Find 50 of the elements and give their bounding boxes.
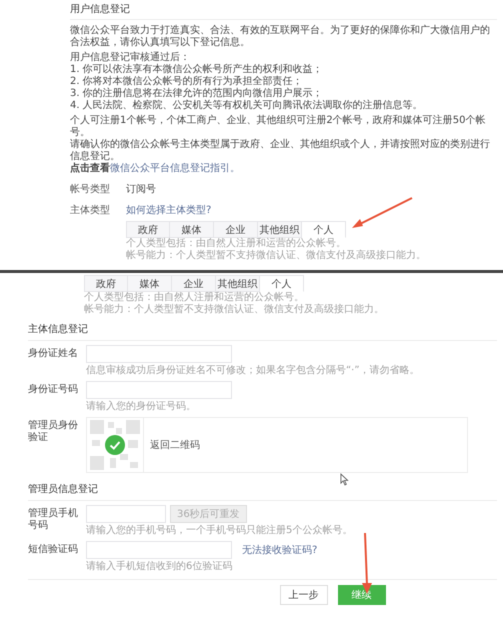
guide-link[interactable]: 微信公众平台信息登记指引。 <box>110 163 240 174</box>
note-text: 请确认你的微信公众帐号主体类型属于政府、企业、其他组织或个人，并请按照对应的类别进行信息登记。 <box>70 139 491 162</box>
section-title: 用户信息登记 <box>70 4 130 15</box>
cursor-icon <box>340 473 349 486</box>
hint-text: 帐号能力：个人类型暂不支持微信认证、微信支付及高级接口能力。 <box>126 250 427 262</box>
approval-item: 1. 你可以依法享有本微信公众帐号所产生的权利和收益； <box>70 64 324 76</box>
hint-text: 个人类型包括：由自然人注册和运营的公众帐号。 <box>84 292 305 304</box>
hint-text: 信息审核成功后身份证姓名不可修改；如果名字包含分隔号“·”，请勿省略。 <box>86 365 421 377</box>
field-label: 身份证号码 <box>28 383 79 397</box>
hint-text: 个人类型包括：由自然人注册和运营的公众帐号。 <box>126 238 347 250</box>
back-button[interactable]: 上一步 <box>280 585 328 605</box>
approval-item: 4. 人民法院、检察院、公安机关等有权机关可向腾讯依法调取你的注册信息等。 <box>70 100 424 112</box>
qr-code-icon <box>90 420 140 470</box>
field-label: 主体类型 <box>70 204 111 217</box>
subject-tab[interactable]: 个人 <box>302 221 346 238</box>
section-title: 主体信息登记 <box>28 324 88 335</box>
field-label: 短信验证码 <box>28 543 79 557</box>
subject-tab[interactable]: 政府 <box>126 221 170 238</box>
subject-tab[interactable]: 个人 <box>260 275 304 292</box>
subject-tab[interactable]: 企业 <box>172 275 216 292</box>
subject-tab[interactable]: 媒体 <box>170 221 214 238</box>
hint-text: 请输入您的手机号码，一个手机号码只能注册5个公众帐号。 <box>86 525 354 537</box>
account-type-value: 订阅号 <box>126 183 156 196</box>
status-text: 返回二维码 <box>150 438 200 452</box>
annotation-arrow <box>350 197 414 231</box>
approval-item: 3. 你的注册信息将在法律允许的范围内向微信用户展示； <box>70 88 324 100</box>
section-title: 管理员信息登记 <box>28 484 98 495</box>
hint-text: 帐号能力：个人类型暂不支持微信认证、微信支付及高级接口能力。 <box>84 304 385 316</box>
field-label: 身份证姓名 <box>28 347 79 361</box>
subject-tab[interactable]: 政府 <box>84 275 128 292</box>
approval-heading: 用户信息登记审核通过后： <box>70 52 191 64</box>
subject-tab[interactable]: 媒体 <box>128 275 172 292</box>
subject-tab[interactable]: 其他组织 <box>216 275 260 292</box>
field-label: 帐号类型 <box>70 182 111 196</box>
input-field[interactable] <box>86 381 232 399</box>
subject-tab[interactable]: 其他组织 <box>258 221 302 238</box>
subject-tab[interactable]: 企业 <box>214 221 258 238</box>
hint-text: 请输入您的身份证号码。 <box>86 401 197 413</box>
input-field[interactable] <box>86 541 232 559</box>
guide-prefix: 点击查看 <box>70 163 110 174</box>
help-link[interactable]: 无法接收验证码? <box>242 543 318 557</box>
input-field[interactable] <box>86 505 166 523</box>
note-text: 个人可注册1个帐号，个体工商户、企业、其他组织可注册2个帐号，政府和媒体可注册50个帐号。 <box>70 115 486 138</box>
intro-text: 微信公众平台致力于打造真实、合法、有效的互联网平台。为了更好的保障你和广大微信用户的合法权益，请你认真填写以下登记信息。 <box>70 25 491 49</box>
field-label: 管理员手机号码 <box>28 506 79 533</box>
help-link[interactable]: 如何选择主体类型? <box>126 203 212 217</box>
field-label: 管理员身份验证 <box>28 419 79 445</box>
input-field[interactable] <box>86 345 232 363</box>
approval-item: 2. 你将对本微信公众帐号的所有行为承担全部责任； <box>70 76 304 88</box>
hint-text: 请输入手机短信收到的6位验证码 <box>86 561 234 573</box>
